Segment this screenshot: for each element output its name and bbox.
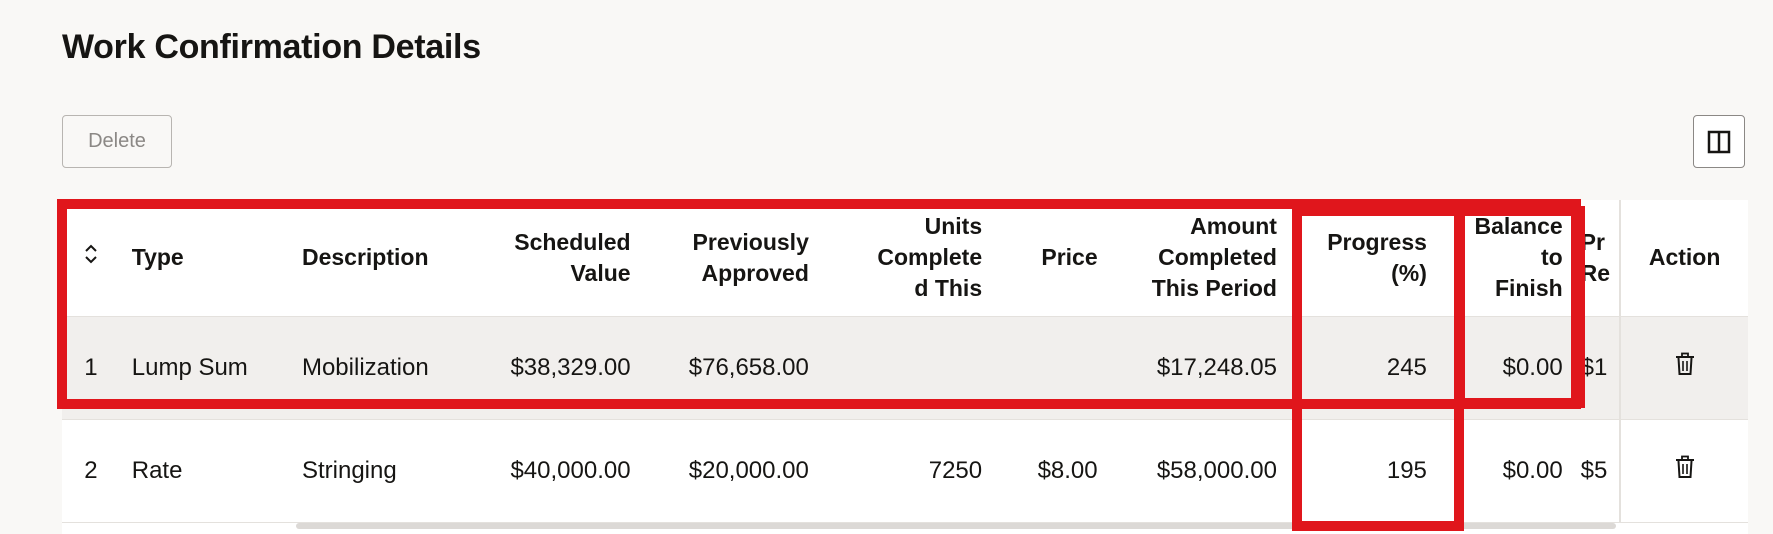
table-header-row: Type Description Scheduled Value Previous… [62,200,1748,317]
header-balance-to-finish[interactable]: Balance to Finish [1438,200,1575,317]
cell-progress: 245 [1288,316,1439,420]
sort-column-header[interactable] [62,200,120,317]
cell-action [1619,419,1748,523]
cell-description: Mobilization [289,316,462,420]
header-previously-approved[interactable]: Previously Approved [642,200,821,317]
cell-amount-completed: $58,000.00 [1109,419,1289,523]
header-progress[interactable]: Progress (%) [1288,200,1439,317]
horizontal-scrollbar[interactable] [296,523,1616,529]
row-number: 1 [62,316,120,420]
header-price[interactable]: Price [994,200,1110,317]
cell-previously-approved: $20,000.00 [642,419,821,523]
table-row[interactable]: 1 Lump Sum Mobilization $38,329.00 $76,6… [62,316,1748,420]
columns-panel-button[interactable] [1693,115,1745,168]
sort-icon[interactable] [81,240,101,268]
cell-amount-completed: $17,248.05 [1109,316,1289,420]
delete-icon[interactable] [1674,455,1696,479]
row-number: 2 [62,419,120,523]
cell-units-completed: 7250 [820,419,995,523]
cell-partial-column: $1 [1574,316,1621,420]
header-units-completed[interactable]: Units Complete d This [820,200,995,317]
cell-previously-approved: $76,658.00 [642,316,821,420]
header-amount-completed[interactable]: Amount Completed This Period [1109,200,1289,317]
header-description[interactable]: Description [289,200,462,317]
delete-icon[interactable] [1674,352,1696,376]
cell-type: Lump Sum [119,316,290,420]
header-scheduled-value[interactable]: Scheduled Value [461,200,643,317]
cell-partial-column: $5 [1574,419,1621,523]
cell-balance-to-finish: $0.00 [1438,419,1575,523]
work-confirmation-table: Type Description Scheduled Value Previous… [62,200,1748,534]
cell-units-completed [820,316,995,420]
header-type[interactable]: Type [119,200,290,317]
cell-description: Stringing [289,419,462,523]
cell-action [1619,316,1748,420]
cell-type: Rate [119,419,290,523]
cell-scheduled-value: $38,329.00 [461,316,643,420]
header-action: Action [1619,200,1748,317]
cell-scheduled-value: $40,000.00 [461,419,643,523]
cell-price [994,316,1110,420]
columns-panel-icon [1707,130,1731,153]
delete-button[interactable]: Delete [62,115,172,168]
cell-price: $8.00 [994,419,1110,523]
cell-balance-to-finish: $0.00 [1438,316,1575,420]
page-title: Work Confirmation Details [62,28,481,66]
table-row[interactable]: 2 Rate Stringing $40,000.00 $20,000.00 7… [62,419,1748,523]
cell-progress: 195 [1288,419,1439,523]
header-partial-column[interactable]: Pr Re [1574,200,1621,317]
